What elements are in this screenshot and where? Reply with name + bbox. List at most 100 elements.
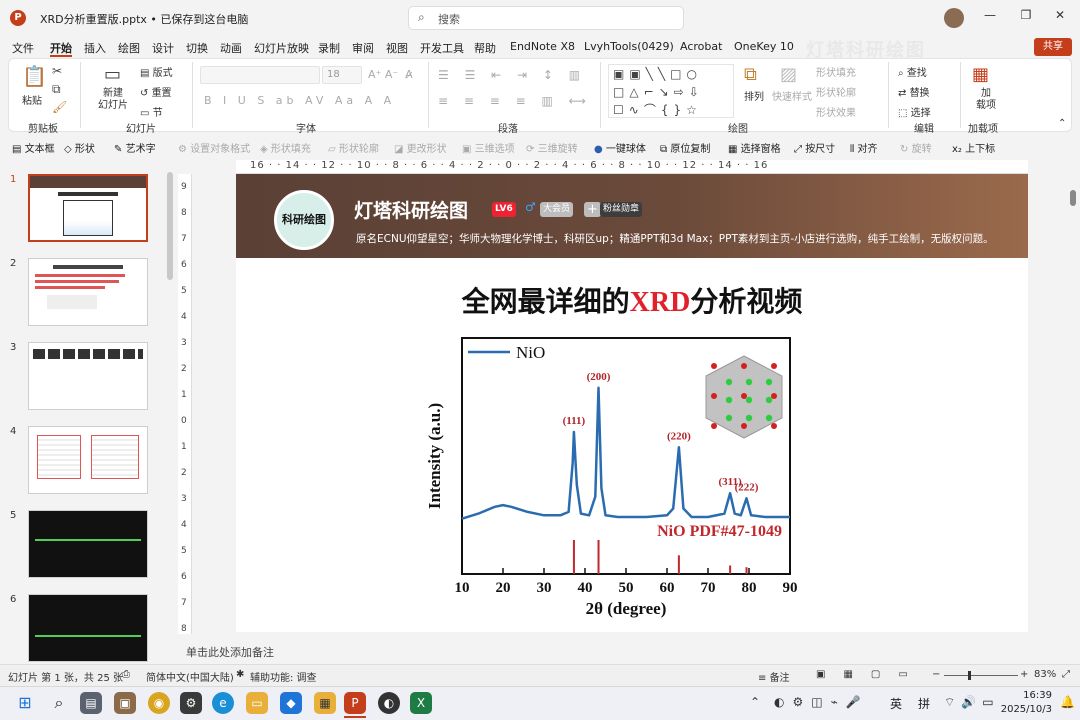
accessibility-status[interactable]: 辅助功能: 调查 [250,669,317,684]
plus-icon[interactable]: + [584,202,601,217]
slide-thumbnail[interactable] [28,258,148,326]
slide-thumbnail[interactable] [28,174,148,242]
find-button[interactable]: ⌕ 查找 [898,64,927,79]
in-place-copy-button[interactable]: ⧉ 原位复制 [660,140,710,155]
arrange-button[interactable]: 排列 [744,88,764,103]
quick-styles-button[interactable]: 快速样式 [772,88,812,103]
layout-button[interactable]: ▤ 版式 [140,64,173,79]
new-slide-button[interactable]: 新建 幻灯片 [98,88,128,112]
app-icon[interactable]: ◆ [280,692,302,714]
align-button[interactable]: ⫴ 对齐 [850,140,877,155]
app-icon[interactable]: ▤ [80,692,102,714]
powerpoint-taskbar-icon[interactable]: P [344,692,366,714]
menu-lvyhtools[interactable]: LvyhTools(0429) [584,40,674,53]
menu-review[interactable]: 审阅 [352,40,374,56]
search-taskbar-icon[interactable]: ⌕ [48,692,70,714]
shapes-button[interactable]: ◇ 形状 [64,140,95,155]
cut-icon[interactable]: ✂ [52,64,62,78]
section-button[interactable]: ▭ 节 [140,104,163,119]
notes-pane[interactable]: 单击此处添加备注 [178,640,1064,662]
language-status[interactable]: 简体中文(中国大陆) [146,669,234,684]
reset-button[interactable]: ↺ 重置 [140,84,172,99]
paste-button[interactable]: 粘贴 [22,92,42,107]
file-explorer-icon[interactable]: ▭ [246,692,268,714]
slide-title[interactable]: 全网最详细的XRD分析视频 [236,280,1028,320]
paragraph-align-icons[interactable]: ≡ ≡ ≡ ≡ ▥ ⟷ [438,94,592,108]
slide-thumbnail[interactable] [28,510,148,578]
outline-button[interactable]: ▱ 形状轮廓 [328,140,379,155]
app-icon[interactable]: ◐ [378,692,400,714]
close-button[interactable]: ✕ [1050,8,1070,22]
tray-chevron-icon[interactable]: ⌃ [750,695,760,709]
fill-button[interactable]: ◈ 形状填充 [260,140,311,155]
zoom-level[interactable]: 83% [1034,669,1056,680]
network-volume-battery-icons[interactable]: ⌔🔊▭ [944,695,1000,710]
menu-draw[interactable]: 绘图 [118,40,140,56]
menu-home[interactable]: 开始 [50,40,72,56]
addins-icon[interactable]: ▦ [972,64,989,85]
ime-indicator[interactable]: 英 [890,695,902,712]
new-slide-icon[interactable]: ▭ [104,64,121,85]
edge-icon[interactable]: e [212,692,234,714]
textbox-button[interactable]: ▤ 文本框 [12,140,55,155]
app-icon[interactable]: ◉ [148,692,170,714]
notification-icon[interactable]: 🔔 [1060,695,1075,709]
spellcheck-icon[interactable]: ⎙ [122,669,130,680]
app-icon[interactable]: ▦ [314,692,336,714]
paste-icon[interactable]: 📋 [22,64,47,88]
restore-button[interactable]: ❐ [1016,8,1036,22]
search-input[interactable]: 搜索 [438,11,460,27]
font-grow-shrink-icons[interactable]: A⁺ A⁻ A̷ [368,68,413,81]
arrange-icon[interactable]: ⧉ [744,64,757,85]
font-name-field[interactable] [200,66,320,84]
quick-styles-icon[interactable]: ▨ [780,64,797,85]
excel-icon[interactable]: X [410,692,432,714]
select-button[interactable]: ⬚ 选择 [898,104,931,119]
file-title[interactable]: XRD分析重置版.pptx • 已保存到这台电脑 [40,11,248,27]
fit-slide-icon[interactable]: ⤢ [1062,669,1070,680]
menu-transitions[interactable]: 切换 [186,40,208,56]
menu-view[interactable]: 视图 [386,40,408,56]
menu-insert[interactable]: 插入 [84,40,106,56]
menu-developer[interactable]: 开发工具 [420,40,464,56]
addins-button[interactable]: 加 载项 [976,88,996,112]
menu-help[interactable]: 帮助 [474,40,496,56]
menu-animations[interactable]: 动画 [220,40,242,56]
scroll-thumb[interactable] [1070,190,1076,206]
menu-slideshow[interactable]: 幻灯片放映 [254,40,309,56]
font-size-field[interactable]: 18 [322,66,362,84]
notes-toggle[interactable]: ≡ 备注 [758,669,790,684]
wordart-button[interactable]: ✎ 艺术字 [114,140,156,155]
selection-pane-button[interactable]: ▦ 选择窗格 [728,140,781,155]
sphere-button[interactable]: ● 一键球体 [594,140,646,155]
menu-acrobat[interactable]: Acrobat [680,40,722,53]
format-object-button[interactable]: ⚙ 设置对象格式 [178,140,250,155]
change-shape-button[interactable]: ◪ 更改形状 [394,140,447,155]
format-painter-icon[interactable]: 🖌 [52,100,67,114]
menu-record[interactable]: 录制 [318,40,340,56]
slide-canvas[interactable]: 科研绘图 灯塔科研绘图 LV6 ♂ 大会员 + 粉丝勋章 原名ECNU仰望星空；… [236,174,1028,632]
subscript-button[interactable]: x₂ 上下标 [952,140,995,155]
copy-icon[interactable]: ⧉ [52,82,61,97]
shape-fill-button[interactable]: 形状填充 [816,64,856,79]
shapes-gallery[interactable]: ▣▣╲╲□○ □△⌐↘⇨⇩ ☐∿⌒{}☆ [608,64,734,118]
slide-thumbnail[interactable] [28,594,148,662]
menu-design[interactable]: 设计 [152,40,174,56]
tray-icons[interactable]: ◐⚙◫⌁🎤 [774,695,869,709]
menu-file[interactable]: 文件 [12,40,34,56]
3d-options-button[interactable]: ▣ 三维选项 [462,140,515,155]
collapse-ribbon-icon[interactable]: ⌃ [1058,118,1066,129]
view-buttons[interactable]: ▣▦▢▭ [816,669,926,680]
zoom-slider-thumb[interactable] [968,671,971,680]
zoom-in-icon[interactable]: + [1020,669,1028,680]
slide-thumbnail[interactable] [28,426,148,494]
shape-outline-button[interactable]: 形状轮廓 [816,84,856,99]
font-style-buttons[interactable]: B I U S ab AV Aa A A [204,94,395,107]
avatar[interactable] [944,8,964,28]
zoom-slider[interactable] [944,675,1018,676]
rotate-button[interactable]: ↻ 旋转 [900,140,932,155]
thumbnail-scrollbar[interactable] [167,172,173,280]
clock-time[interactable]: 16:39 [1004,690,1052,701]
zoom-out-icon[interactable]: − [932,669,940,680]
app-icon[interactable]: ⚙ [180,692,202,714]
